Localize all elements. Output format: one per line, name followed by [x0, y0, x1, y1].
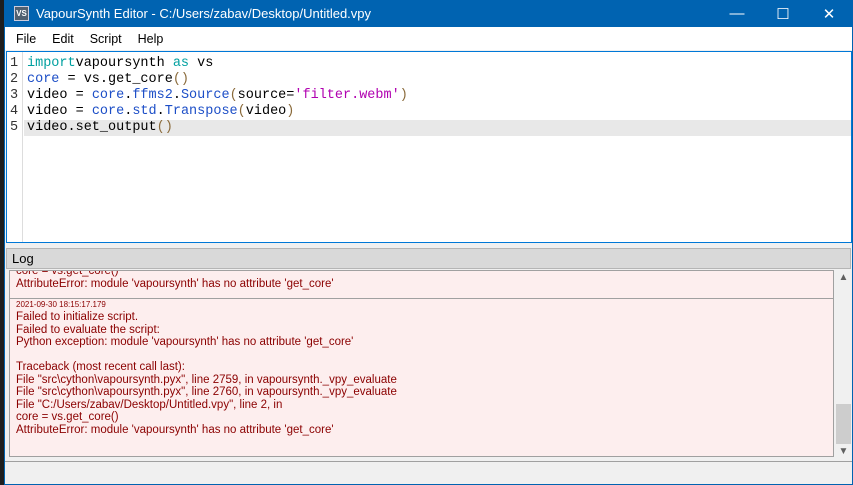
code-token: video.set_output	[27, 120, 157, 135]
log-line: Traceback (most recent call last):	[16, 361, 185, 373]
code-token: (	[229, 88, 238, 103]
log-line: Python exception: module 'vapoursynth' h…	[16, 336, 354, 348]
code-token: Source	[180, 88, 230, 103]
line-number: 2	[10, 72, 19, 87]
code-token: .	[172, 88, 181, 103]
code-token: core	[91, 88, 125, 103]
code-line[interactable]: video = core.ffms2.Source(source='filter…	[24, 88, 851, 104]
log-scrollbar[interactable]: ▲ ▼	[835, 270, 852, 460]
log-timestamp: 2021-09-30 18:15:17.179	[16, 300, 106, 309]
log-entry: 2021-09-30 18:15:17.179 Failed to initial…	[10, 299, 833, 436]
line-number: 4	[10, 104, 19, 119]
code-token: = vs.get_core	[59, 72, 173, 87]
close-button[interactable]: ✕	[806, 0, 852, 27]
line-number: 5	[10, 120, 19, 135]
code-token: core	[27, 72, 60, 87]
code-token: video	[245, 104, 287, 119]
code-token: video =	[27, 104, 92, 119]
log-panel[interactable]: core = vs.get_core() AttributeError: modu…	[9, 270, 834, 457]
code-token: vs	[189, 56, 214, 71]
log-line: core = vs.get_core()	[16, 411, 119, 423]
code-token: source=	[237, 88, 295, 103]
log-line: AttributeError: module 'vapoursynth' has…	[16, 277, 334, 290]
code-token: ffms2	[132, 88, 173, 103]
log-line: File "src\cython\vapoursynth.pyx", line …	[16, 386, 397, 398]
log-line: Failed to evaluate the script:	[16, 323, 160, 336]
code-token: vapoursynth	[75, 56, 173, 71]
code-token: as	[172, 56, 190, 71]
code-line[interactable]: importvapoursynth as vs	[24, 56, 851, 72]
log-line: AttributeError: module 'vapoursynth' has…	[16, 423, 334, 436]
app-icon: VS	[14, 6, 29, 21]
code-token: 'filter.webm'	[294, 88, 400, 103]
code-line[interactable]: core = vs.get_core()	[24, 72, 851, 88]
code-line[interactable]: video.set_output()	[24, 120, 851, 136]
scroll-up-arrow-icon[interactable]: ▲	[835, 270, 852, 286]
menu-help[interactable]: Help	[130, 32, 172, 46]
title-bar: VS VapourSynth Editor - C:/Users/zabav/D…	[5, 0, 852, 27]
code-token: std	[132, 104, 157, 119]
main-window: VS VapourSynth Editor - C:/Users/zabav/D…	[4, 0, 853, 485]
script-editor[interactable]: 12345 importvapoursynth as vs core = vs.g…	[6, 51, 852, 243]
minimize-button[interactable]: —	[714, 0, 760, 27]
code-token: import	[27, 56, 76, 71]
code-line[interactable]: video = core.std.Transpose(video)	[24, 104, 851, 120]
log-line: core = vs.get_core()	[16, 270, 119, 277]
menu-bar: File Edit Script Help	[5, 27, 852, 50]
code-token: core	[91, 104, 125, 119]
maximize-button[interactable]: ☐	[760, 0, 806, 27]
code-token: (	[237, 104, 246, 119]
log-line: File "C:/Users/zabav/Desktop/Untitled.vp…	[16, 398, 283, 411]
menu-file[interactable]: File	[8, 32, 44, 46]
code-token: .	[156, 104, 165, 119]
code-token: video =	[27, 88, 92, 103]
line-number: 3	[10, 88, 19, 103]
status-bar	[5, 461, 852, 484]
code-token: )	[286, 104, 295, 119]
log-entry: core = vs.get_core() AttributeError: modu…	[10, 270, 833, 299]
menu-edit[interactable]: Edit	[44, 32, 82, 46]
window-title: VapourSynth Editor - C:/Users/zabav/Desk…	[36, 6, 372, 21]
menu-script[interactable]: Script	[82, 32, 130, 46]
scroll-down-arrow-icon[interactable]: ▼	[835, 444, 852, 460]
scroll-thumb[interactable]	[836, 404, 851, 444]
log-header: Log	[6, 248, 851, 269]
log-line: File "src\cython\vapoursynth.pyx", line …	[16, 373, 397, 386]
line-number: 1	[10, 56, 19, 71]
code-token: ()	[172, 72, 190, 87]
log-line: Failed to initialize script.	[16, 311, 139, 323]
code-token: Transpose	[164, 104, 238, 119]
line-number-gutter: 12345	[7, 52, 23, 242]
code-token: )	[399, 88, 408, 103]
code-token: ()	[156, 120, 173, 135]
